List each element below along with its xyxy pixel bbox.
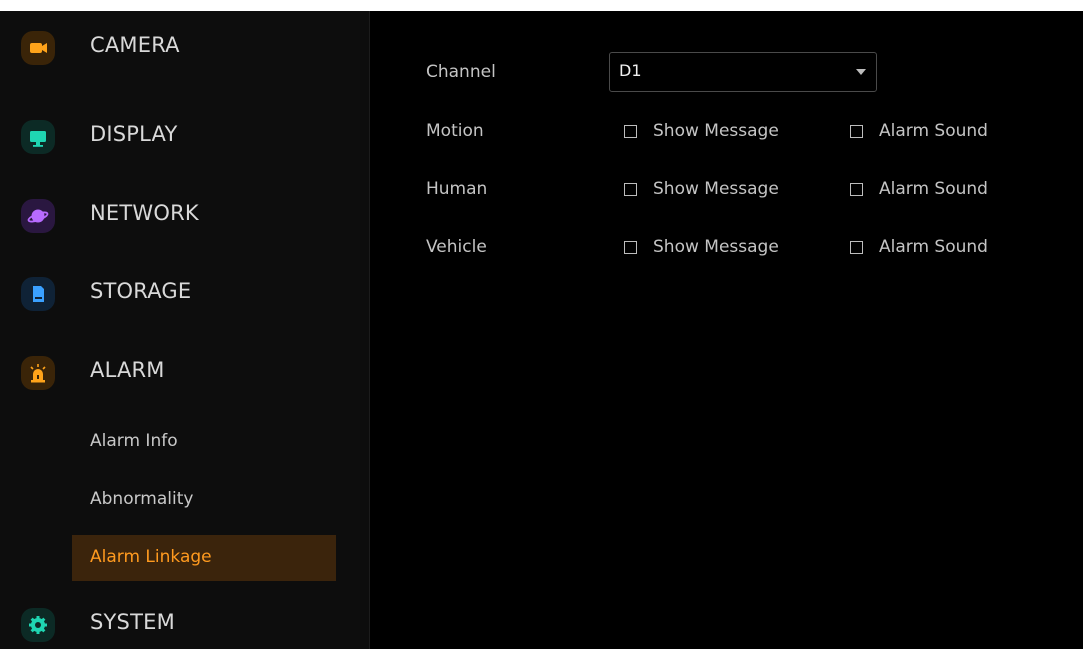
checkbox-label: Show Message xyxy=(653,121,779,141)
camera-icon xyxy=(21,31,55,65)
channel-select-value: D1 xyxy=(619,61,642,80)
monitor-icon xyxy=(21,120,55,154)
sidebar-subitem-alarm-linkage[interactable]: Alarm Linkage xyxy=(72,535,336,581)
planet-icon xyxy=(21,199,55,233)
checkbox-label: Show Message xyxy=(653,237,779,257)
checkbox-icon xyxy=(624,241,637,254)
checkbox-label: Alarm Sound xyxy=(879,121,988,141)
checkbox-label: Show Message xyxy=(653,179,779,199)
sidebar-item-label: NETWORK xyxy=(90,201,199,225)
sidebar-subitem-label: Alarm Linkage xyxy=(90,547,212,567)
alarm-linkage-panel: Channel D1 Motion Show Message Alarm Sou… xyxy=(371,11,1083,649)
sidebar-item-alarm[interactable]: ALARM xyxy=(0,343,370,403)
channel-select[interactable]: D1 xyxy=(609,52,877,92)
sidebar-item-label: CAMERA xyxy=(90,33,180,57)
sidebar-item-network[interactable]: NETWORK xyxy=(0,186,370,246)
vehicle-label: Vehicle xyxy=(426,237,487,257)
sidebar-item-storage[interactable]: STORAGE xyxy=(0,264,370,324)
sidebar-subitem-label: Alarm Info xyxy=(90,431,178,451)
checkbox-icon xyxy=(850,125,863,138)
motion-label: Motion xyxy=(426,121,484,141)
sidebar-item-system[interactable]: SYSTEM xyxy=(0,595,370,655)
sidebar-subitem-label: Abnormality xyxy=(90,489,194,509)
gear-icon xyxy=(21,608,55,642)
checkbox-label: Alarm Sound xyxy=(879,179,988,199)
human-label: Human xyxy=(426,179,488,199)
sidebar-subitem-abnormality[interactable]: Abnormality xyxy=(72,477,336,523)
checkbox-icon xyxy=(624,125,637,138)
sidebar: CAMERA DISPLAY NETWORK STORAGE ALARM Ala… xyxy=(0,11,370,649)
sidebar-item-display[interactable]: DISPLAY xyxy=(0,107,370,167)
checkbox-icon xyxy=(624,183,637,196)
checkbox-icon xyxy=(850,183,863,196)
checkbox-label: Alarm Sound xyxy=(879,237,988,257)
checkbox-icon xyxy=(850,241,863,254)
sd-card-icon xyxy=(21,277,55,311)
sidebar-item-label: DISPLAY xyxy=(90,122,178,146)
sidebar-item-label: SYSTEM xyxy=(90,610,175,634)
app-window: CAMERA DISPLAY NETWORK STORAGE ALARM Ala… xyxy=(0,11,1083,649)
alarm-light-icon xyxy=(21,356,55,390)
sidebar-item-label: ALARM xyxy=(90,358,165,382)
sidebar-item-label: STORAGE xyxy=(90,279,192,303)
sidebar-item-camera[interactable]: CAMERA xyxy=(0,18,370,78)
sidebar-subitem-alarm-info[interactable]: Alarm Info xyxy=(72,419,336,465)
channel-label: Channel xyxy=(426,62,496,82)
chevron-down-icon xyxy=(856,69,866,75)
